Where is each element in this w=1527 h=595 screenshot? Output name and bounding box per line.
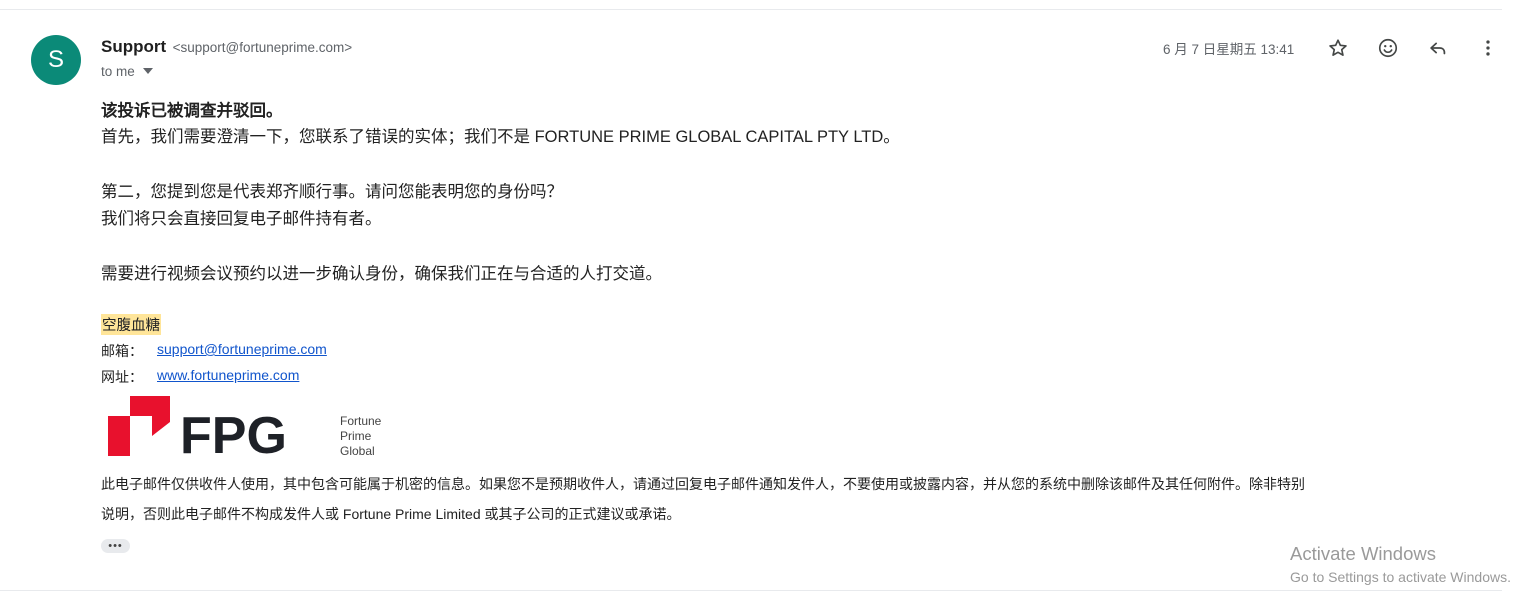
signature-website-label: 网址： — [101, 369, 143, 385]
sender-avatar[interactable]: S — [31, 35, 81, 85]
sender-line: Support <support@fortuneprime.com> — [101, 37, 352, 57]
activate-windows-subtitle: Go to Settings to activate Windows. — [1290, 569, 1511, 585]
signature-email-row: 邮箱： support@fortuneprime.com — [101, 341, 327, 361]
more-vert-icon[interactable] — [1475, 35, 1501, 61]
star-icon[interactable] — [1325, 35, 1351, 61]
email-date: 6 月 7 日星期五 13:41 — [1163, 42, 1295, 57]
fpg-logo-tagline-3: Global — [340, 444, 375, 458]
caret-down-icon[interactable] — [142, 68, 153, 74]
signature-name: 空腹血糖 — [101, 314, 161, 335]
disclaimer-line-2: 说明，否则此电子邮件不构成发件人或 Fortune Prime Limited … — [101, 506, 681, 522]
signature-website-row: 网址： www.fortuneprime.com — [101, 367, 299, 387]
fpg-logo-tagline-2: Prime — [340, 429, 372, 443]
activate-windows-watermark: Activate Windows Go to Settings to activ… — [1290, 543, 1511, 585]
disclaimer-line-1: 此电子邮件仅供收件人使用，其中包含可能属于机密的信息。如果您不是预期收件人，请通… — [101, 476, 1305, 492]
signature-email-label: 邮箱： — [101, 343, 143, 359]
fpg-logo-mark — [108, 396, 170, 456]
sender-email: <support@fortuneprime.com> — [172, 40, 353, 55]
top-divider — [0, 9, 1502, 10]
body-line-reply-policy: 我们将只会直接回复电子邮件持有者。 — [101, 210, 382, 228]
signature-website-link[interactable]: www.fortuneprime.com — [157, 367, 299, 383]
body-line-identity-question: 第二，您提到您是代表郑齐顺行事。请问您能表明您的身份吗？ — [101, 183, 563, 201]
reply-icon[interactable] — [1425, 35, 1451, 61]
show-trimmed-content-button[interactable]: ••• — [101, 539, 130, 553]
activate-windows-title: Activate Windows — [1290, 543, 1436, 564]
signature-email-link[interactable]: support@fortuneprime.com — [157, 341, 327, 357]
recipient-label: to me — [101, 64, 135, 79]
body-line-video-call: 需要进行视频会议预约以进一步确认身份，确保我们正在与合适的人打交道。 — [101, 265, 662, 283]
emoji-icon[interactable] — [1375, 35, 1401, 61]
fpg-logo: FPG Fortune Prime Global — [108, 396, 382, 462]
recipient-details-toggle[interactable]: to me — [101, 64, 153, 79]
fpg-logo-wordmark: FPG — [180, 407, 287, 462]
body-line-dismissed: 该投诉已被调查并驳回。 — [101, 102, 283, 120]
bottom-divider — [0, 590, 1502, 591]
body-line-clarify-entity: 首先，我们需要澄清一下，您联系了错误的实体；我们不是 FORTUNE PRIME… — [101, 128, 900, 146]
fpg-logo-tagline-1: Fortune — [340, 414, 382, 428]
sender-name[interactable]: Support — [101, 37, 166, 56]
